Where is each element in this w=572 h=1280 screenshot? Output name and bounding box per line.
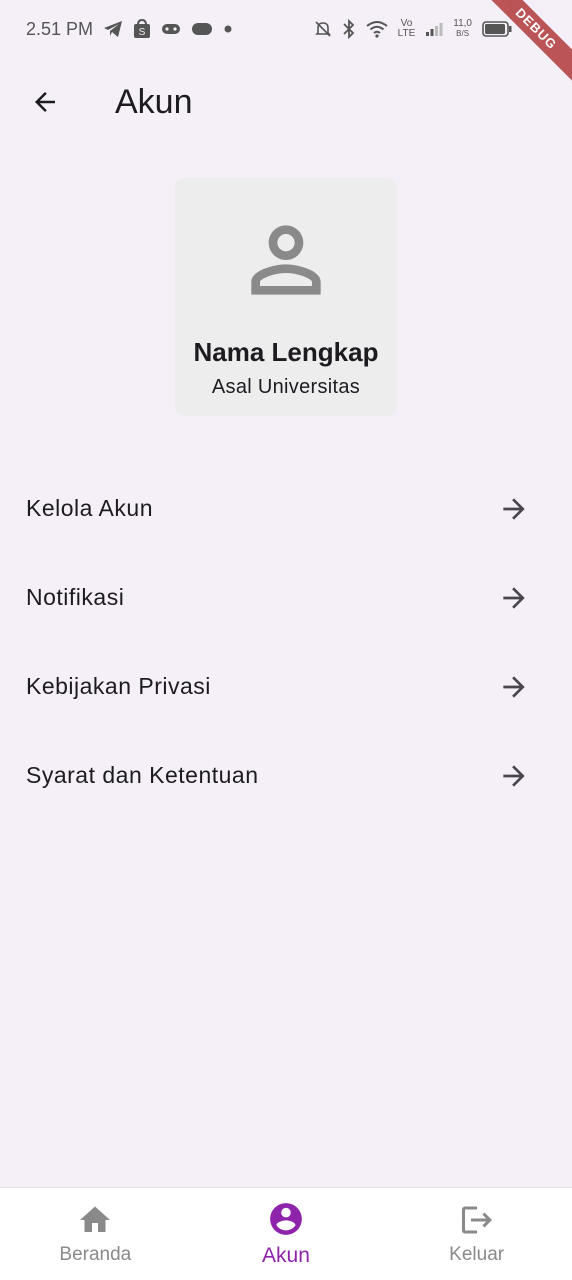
page-title: Akun <box>115 82 193 121</box>
arrow-forward-icon <box>503 497 525 520</box>
arrow-forward-icon <box>503 764 525 787</box>
arrow-back-icon <box>35 92 55 112</box>
nav-item-keluar[interactable]: Keluar <box>382 1202 572 1266</box>
mute-icon <box>314 20 332 38</box>
menu-item-label: Syarat dan Ketentuan <box>26 762 259 788</box>
app-bar: Akun <box>0 70 572 134</box>
telegram-icon <box>103 20 123 38</box>
menu-item-label: Kelola Akun <box>26 495 153 521</box>
nav-label-beranda: Beranda <box>59 1244 132 1265</box>
logout-icon <box>461 1206 492 1234</box>
menu-item-syarat-ketentuan[interactable]: Syarat dan Ketentuan <box>0 731 572 820</box>
volte-indicator: Vo LTE <box>398 19 416 39</box>
gamepad-icon <box>161 22 181 36</box>
bluetooth-icon <box>342 19 356 39</box>
status-bar-right: Vo LTE 11,0 B/S <box>314 19 512 39</box>
network-speed: 11,0 B/S <box>453 19 472 39</box>
profile-card: Nama Lengkap Asal Universitas <box>175 178 397 416</box>
lte-label: LTE <box>397 28 416 39</box>
menu-item-kelola-akun[interactable]: Kelola Akun <box>0 464 572 553</box>
status-time: 2.51 PM <box>26 18 94 39</box>
menu-item-kebijakan-privasi[interactable]: Kebijakan Privasi <box>0 642 572 731</box>
status-bar-left: 2.51 PM S <box>26 19 233 40</box>
wifi-icon <box>366 20 388 38</box>
back-button[interactable] <box>25 82 65 122</box>
nav-label-akun: Akun <box>262 1244 310 1267</box>
menu-item-label: Notifikasi <box>26 584 125 610</box>
nav-item-akun[interactable]: Akun <box>191 1200 381 1268</box>
shopee-icon: S <box>133 19 151 39</box>
account-circle-icon <box>270 1203 302 1235</box>
menu-item-label: Kebijakan Privasi <box>26 673 211 699</box>
signal-icon <box>425 21 443 37</box>
speed-value: 11,0 <box>453 18 472 29</box>
home-icon <box>80 1206 111 1232</box>
speed-unit: B/S <box>456 29 470 38</box>
nav-label-keluar: Keluar <box>449 1244 505 1265</box>
profile-university: Asal Universitas <box>211 376 361 398</box>
dot-icon <box>223 24 233 34</box>
profile-name: Nama Lengkap <box>193 337 379 367</box>
arrow-forward-icon <box>503 586 525 609</box>
arrow-forward-icon <box>503 675 525 698</box>
menu-item-notifikasi[interactable]: Notifikasi <box>0 553 572 642</box>
nav-item-beranda[interactable]: Beranda <box>0 1202 190 1266</box>
svg-text:S: S <box>139 27 146 38</box>
status-bar: 2.51 PM S Vo LTE 11,0 B/S <box>0 0 572 58</box>
games-badge-icon <box>191 22 213 36</box>
bottom-navigation: Beranda Akun Keluar <box>0 1187 572 1280</box>
person-icon <box>234 208 338 317</box>
battery-icon <box>482 21 512 37</box>
account-menu: Kelola Akun Notifikasi Kebijakan Privasi… <box>0 464 572 820</box>
